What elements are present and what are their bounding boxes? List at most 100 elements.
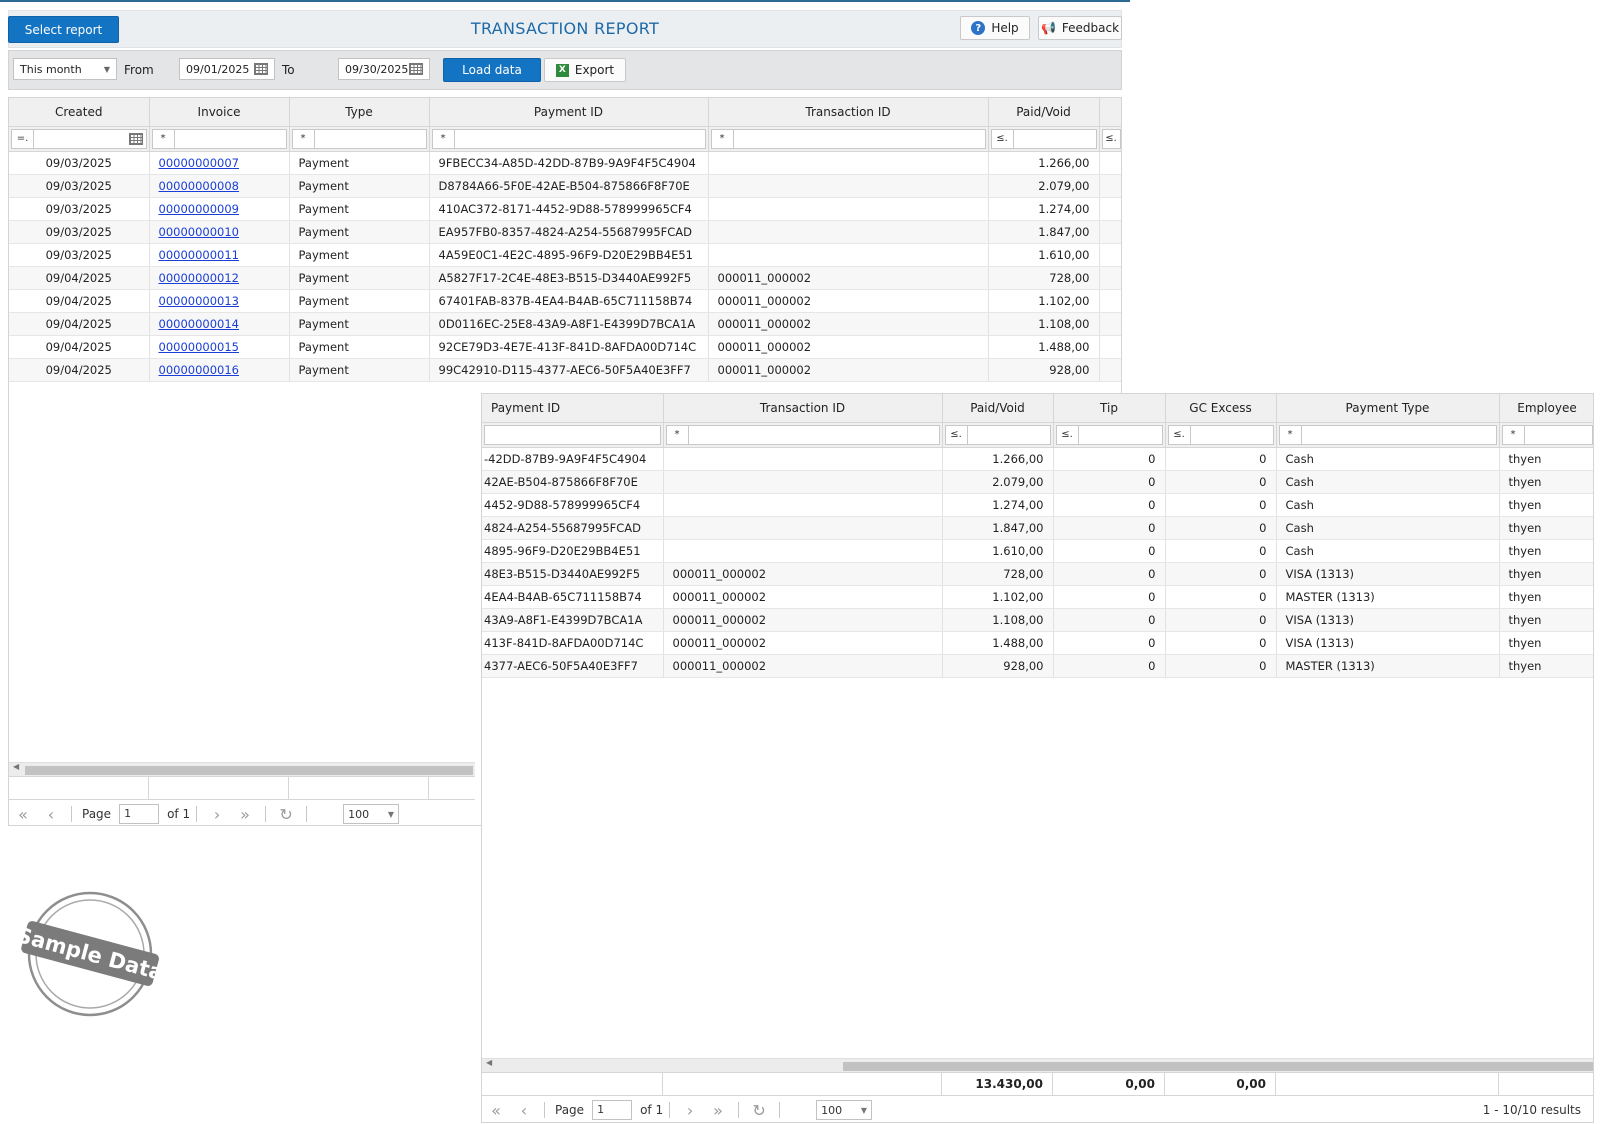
extra-filter[interactable]: ≤.	[1101, 128, 1121, 149]
prev-page-icon[interactable]: ‹	[37, 805, 65, 824]
col-type-header[interactable]: Type	[289, 98, 430, 127]
table-row[interactable]: 09/04/2025 00000000013 Payment 67401FAB-837…	[9, 289, 1121, 313]
col-transaction-id-header[interactable]: Transaction ID	[663, 394, 943, 423]
invoice-link[interactable]: 00000000013	[159, 294, 239, 308]
col-payment-type-header[interactable]: Payment Type	[1276, 394, 1500, 423]
table-row[interactable]: -42DD-87B9-9A9F4F5C4904 1.266,00 0 0 Cash thy…	[482, 447, 1593, 471]
table-row[interactable]: 09/03/2025 00000000008 Payment D8784A66-5F0…	[9, 174, 1121, 198]
table-row[interactable]: 413F-841D-8AFDA00D714C 000011_000002 1.488…	[482, 631, 1593, 655]
filter-operator[interactable]: *	[1503, 425, 1525, 444]
calendar-icon[interactable]	[409, 63, 423, 75]
refresh-icon[interactable]: ↻	[745, 1101, 773, 1120]
scrollbar-thumb[interactable]	[25, 766, 473, 775]
invoice-filter[interactable]: *	[151, 128, 287, 149]
table-row[interactable]: 4895-96F9-D20E29BB4E51 1.610,00 0 0 Cash thye…	[482, 539, 1593, 563]
type-filter[interactable]: *	[291, 128, 427, 149]
invoice-link[interactable]: 00000000015	[159, 340, 239, 354]
col-paid-void-header[interactable]: Paid/Void	[988, 98, 1100, 127]
table-row[interactable]: 4452-9D88-578999965CF4 1.274,00 0 0 Cash thye…	[482, 493, 1593, 517]
col-payment-id-header[interactable]: Payment ID	[429, 98, 709, 127]
filter-operator[interactable]: *	[667, 425, 689, 444]
filter-operator[interactable]: ≤.	[1169, 425, 1191, 444]
transaction-id-filter[interactable]: *	[665, 424, 940, 445]
col-created-header[interactable]: Created	[9, 98, 150, 127]
table-row[interactable]: 09/03/2025 00000000010 Payment EA957FB0-835…	[9, 220, 1121, 244]
page-number-input[interactable]: 1	[119, 804, 160, 824]
invoice-link[interactable]: 00000000010	[159, 225, 239, 239]
filter-operator[interactable]: ≤.	[1057, 425, 1079, 444]
scrollbar-thumb[interactable]	[843, 1062, 1593, 1071]
load-data-button[interactable]: Load data	[443, 58, 541, 82]
transaction-id-filter[interactable]: *	[710, 128, 986, 149]
employee-filter[interactable]: *	[1501, 424, 1593, 445]
paid-void-filter[interactable]: ≤.	[944, 424, 1051, 445]
filter-operator[interactable]: *	[153, 129, 175, 148]
table-row[interactable]: 48E3-B515-D3440AE992F5 000011_000002 728,0…	[482, 562, 1593, 586]
filter-operator[interactable]: ≤.	[992, 129, 1014, 148]
scroll-left-icon[interactable]: ◀	[486, 1058, 492, 1067]
filter-operator[interactable]: *	[1280, 425, 1302, 444]
export-button[interactable]: X Export	[544, 58, 626, 82]
created-filter[interactable]: =.	[11, 128, 147, 149]
gc-excess-filter[interactable]: ≤.	[1167, 424, 1274, 445]
table-row[interactable]: 09/04/2025 00000000014 Payment 0D0116EC-25E…	[9, 312, 1121, 336]
payment-type-filter[interactable]: *	[1278, 424, 1497, 445]
invoice-link[interactable]: 00000000016	[159, 363, 239, 377]
next-page-icon[interactable]: ›	[676, 1101, 704, 1120]
table-row[interactable]: 42AE-B504-875866F8F70E 2.079,00 0 0 Cash thye…	[482, 470, 1593, 494]
table-row[interactable]: 43A9-A8F1-E4399D7BCA1A 000011_000002 1.108…	[482, 608, 1593, 632]
col-paid-void-header[interactable]: Paid/Void	[942, 394, 1054, 423]
refresh-icon[interactable]: ↻	[272, 805, 300, 824]
calendar-icon[interactable]	[128, 132, 143, 145]
next-page-icon[interactable]: ›	[203, 805, 231, 824]
table-row[interactable]: 09/03/2025 00000000011 Payment 4A59E0C1-4E2…	[9, 243, 1121, 267]
col-employee-header[interactable]: Employee	[1499, 394, 1593, 423]
filter-operator[interactable]: *	[433, 129, 455, 148]
first-page-icon[interactable]: «	[9, 805, 37, 824]
prev-page-icon[interactable]: ‹	[510, 1101, 538, 1120]
col-transaction-id-header[interactable]: Transaction ID	[708, 98, 989, 127]
invoice-link[interactable]: 00000000009	[159, 202, 239, 216]
select-report-button[interactable]: Select report	[8, 16, 119, 43]
table-row[interactable]: 09/04/2025 00000000015 Payment 92CE79D3-4E7…	[9, 335, 1121, 359]
last-page-icon[interactable]: »	[704, 1101, 732, 1120]
page-size-select[interactable]: 100 ▼	[343, 804, 400, 824]
payment-id-filter[interactable]	[484, 424, 661, 445]
to-date-input[interactable]: 09/30/2025	[338, 58, 430, 80]
col-invoice-header[interactable]: Invoice	[149, 98, 290, 127]
table-row[interactable]: 09/04/2025 00000000012 Payment A5827F17-2C4…	[9, 266, 1121, 290]
col-payment-id-header[interactable]: Payment ID	[482, 394, 664, 423]
filter-operator[interactable]: *	[293, 129, 315, 148]
period-select[interactable]: This month ▼	[13, 58, 117, 80]
tip-filter[interactable]: ≤.	[1055, 424, 1163, 445]
filter-operator[interactable]: =.	[12, 129, 34, 148]
scroll-left-icon[interactable]: ◀	[13, 762, 19, 771]
feedback-button[interactable]: 📢 Feedback	[1038, 16, 1122, 40]
payment-id-filter[interactable]: *	[431, 128, 706, 149]
last-page-icon[interactable]: »	[231, 805, 259, 824]
filter-operator[interactable]: ≤.	[946, 425, 968, 444]
horizontal-scrollbar-left[interactable]: ◀	[9, 762, 475, 776]
table-row[interactable]: 09/04/2025 00000000016 Payment 99C42910-D11…	[9, 358, 1121, 382]
col-tip-header[interactable]: Tip	[1053, 394, 1166, 423]
filter-operator[interactable]: ≤.	[1103, 130, 1120, 148]
invoice-link[interactable]: 00000000012	[159, 271, 239, 285]
table-row[interactable]: 4EA4-B4AB-65C711158B74 000011_000002 1.102…	[482, 585, 1593, 609]
first-page-icon[interactable]: «	[482, 1101, 510, 1120]
invoice-link[interactable]: 00000000014	[159, 317, 239, 331]
table-row[interactable]: 4824-A254-55687995FCAD 1.847,00 0 0 Cash thye…	[482, 516, 1593, 540]
table-row[interactable]: 4377-AEC6-50F5A40E3FF7 000011_000002 928,0…	[482, 654, 1593, 678]
from-date-input[interactable]: 09/01/2025	[179, 58, 275, 80]
paid-void-filter[interactable]: ≤.	[990, 128, 1097, 149]
invoice-link[interactable]: 00000000008	[159, 179, 239, 193]
page-size-select[interactable]: 100 ▼	[816, 1100, 873, 1120]
invoice-link[interactable]: 00000000007	[159, 156, 239, 170]
calendar-icon[interactable]	[254, 63, 268, 75]
table-row[interactable]: 09/03/2025 00000000009 Payment 410AC372-817…	[9, 197, 1121, 221]
page-number-input[interactable]: 1	[592, 1100, 633, 1120]
invoice-link[interactable]: 00000000011	[159, 248, 239, 262]
table-row[interactable]: 09/03/2025 00000000007 Payment 9FBECC34-A85…	[9, 151, 1121, 175]
filter-operator[interactable]: *	[712, 129, 734, 148]
col-gc-excess-header[interactable]: GC Excess	[1165, 394, 1277, 423]
horizontal-scrollbar-right[interactable]: ◀	[482, 1058, 1593, 1072]
